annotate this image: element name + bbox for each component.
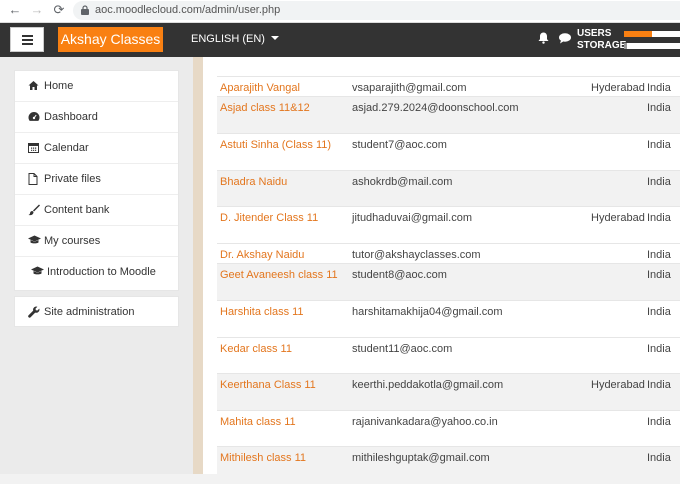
url-text: aoc.moodlecloud.com/admin/user.php	[95, 4, 281, 16]
user-email: rajanivankadara@yahoo.co.in	[352, 416, 498, 428]
nav-item-site-administration[interactable]: Site administration	[14, 296, 179, 327]
nav-item-label: Content bank	[44, 204, 110, 216]
table-row: D. Jitender Class 11 jitudhaduvai@gmail.c…	[217, 206, 680, 244]
hamburger-icon	[22, 35, 33, 37]
site-brand[interactable]: Akshay Classes	[58, 27, 163, 52]
browser-toolbar: ← → ⟳ aoc.moodlecloud.com/admin/user.php	[0, 0, 680, 23]
user-email: student7@aoc.com	[352, 139, 447, 151]
user-country: India	[647, 212, 671, 224]
user-name-link[interactable]: Aparajith Vangal	[220, 82, 300, 94]
storage-usage-fill	[624, 43, 627, 49]
background-strip	[193, 57, 203, 474]
nav-item-label: Calendar	[44, 142, 89, 154]
user-email: tutor@akshayclasses.com	[352, 249, 481, 261]
table-row: Mithilesh class 11 mithileshguptak@gmail.…	[217, 446, 680, 484]
nav-item-label: My courses	[44, 235, 101, 247]
user-name-link[interactable]: Harshita class 11	[220, 306, 304, 318]
nav-item-label: Dashboard	[44, 111, 98, 123]
caret-down-icon	[270, 36, 279, 40]
user-country: India	[647, 82, 671, 94]
forward-icon[interactable]: →	[29, 2, 45, 18]
user-city: Hyderabad	[591, 379, 645, 391]
table-row: Asjad class 11&12 asjad.279.2024@doonscho…	[217, 96, 680, 134]
user-email: keerthi.peddakotla@gmail.com	[352, 379, 504, 391]
nav-drawer: Home Dashboard Calendar Private files Co…	[14, 70, 179, 291]
user-email: jitudhaduvai@gmail.com	[352, 212, 473, 224]
users-usage-fill	[624, 31, 652, 37]
user-email: mithileshguptak@gmail.com	[352, 452, 490, 464]
nav-item-label: Site administration	[44, 306, 135, 318]
nav-item-content-bank[interactable]: Content bank	[15, 195, 178, 226]
language-label: ENGLISH (EN)	[191, 33, 265, 45]
graduation-cap-icon	[28, 235, 41, 247]
user-name-link[interactable]: Astuti Sinha (Class 11)	[220, 139, 331, 151]
user-name-link[interactable]: Asjad class 11&12	[220, 102, 310, 114]
back-icon[interactable]: ←	[7, 2, 23, 18]
table-row: Geet Avaneesh class 11 student8@aoc.com In…	[217, 263, 680, 301]
user-name-link[interactable]: Mithilesh class 11	[220, 452, 306, 464]
table-row: Dr. Akshay Naidu tutor@akshayclasses.com I…	[217, 243, 680, 264]
storage-usage-label: STORAGE	[577, 40, 627, 51]
user-name-link[interactable]: Dr. Akshay Naidu	[220, 249, 304, 261]
graduation-cap-icon	[31, 266, 44, 278]
user-country: India	[647, 379, 671, 391]
calendar-icon	[28, 142, 40, 154]
user-name-link[interactable]: D. Jitender Class 11	[220, 212, 318, 224]
nav-item-my-courses[interactable]: My courses	[15, 226, 178, 257]
user-country: India	[647, 269, 671, 281]
user-country: India	[647, 139, 671, 151]
user-email: student11@aoc.com	[352, 343, 453, 355]
table-row: Mahita class 11 rajanivankadara@yahoo.co.…	[217, 410, 680, 447]
file-icon	[28, 173, 40, 185]
nav-item-label: Private files	[44, 173, 101, 185]
user-email: harshitamakhija04@gmail.com	[352, 306, 503, 318]
address-bar[interactable]: aoc.moodlecloud.com/admin/user.php	[73, 1, 680, 20]
user-email: asjad.279.2024@doonschool.com	[352, 102, 519, 114]
user-country: India	[647, 306, 671, 318]
nav-item-dashboard[interactable]: Dashboard	[15, 102, 178, 133]
user-country: India	[647, 176, 671, 188]
user-country: India	[647, 102, 671, 114]
user-city: Hyderabad	[591, 212, 645, 224]
table-row: Kedar class 11 student11@aoc.com India	[217, 337, 680, 374]
user-country: India	[647, 343, 671, 355]
chat-icon[interactable]	[559, 33, 571, 47]
dashboard-icon	[28, 111, 40, 123]
reload-icon[interactable]: ⟳	[51, 2, 67, 18]
user-name-link[interactable]: Bhadra Naidu	[220, 176, 287, 188]
user-name-link[interactable]: Geet Avaneesh class 11	[220, 269, 338, 281]
bell-icon[interactable]	[538, 32, 549, 47]
user-email: ashokrdb@mail.com	[352, 176, 453, 188]
language-menu[interactable]: ENGLISH (EN)	[191, 33, 279, 45]
nav-item-home[interactable]: Home	[15, 71, 178, 102]
table-row: Bhadra Naidu ashokrdb@mail.com India	[217, 170, 680, 207]
nav-item-label: Introduction to Moodle	[47, 266, 156, 278]
user-name-link[interactable]: Mahita class 11	[220, 416, 296, 428]
site-admin-link[interactable]: Site administration	[15, 297, 178, 328]
menu-toggle-button[interactable]	[10, 27, 44, 52]
paintbrush-icon	[28, 204, 40, 216]
user-country: India	[647, 249, 671, 261]
users-usage-bar	[624, 31, 680, 37]
user-city: Hyderabad	[591, 82, 645, 94]
home-icon	[28, 80, 40, 92]
table-row: Aparajith Vangal vsaparajith@gmail.com Hyd…	[217, 76, 680, 97]
user-name-link[interactable]: Keerthana Class 11	[220, 379, 316, 391]
table-row: Astuti Sinha (Class 11) student7@aoc.com I…	[217, 133, 680, 171]
wrench-icon	[28, 306, 40, 318]
nav-item-label: Home	[44, 80, 74, 92]
nav-item-course-introduction-to-moodle[interactable]: Introduction to Moodle	[15, 257, 178, 288]
users-usage-label: USERS	[577, 28, 612, 39]
table-row: Harshita class 11 harshitamakhija04@gmail…	[217, 300, 680, 338]
table-row: Keerthana Class 11 keerthi.peddakotla@gma…	[217, 373, 680, 411]
user-name-link[interactable]: Kedar class 11	[220, 343, 292, 355]
lock-icon	[81, 5, 89, 15]
user-email: student8@aoc.com	[352, 269, 447, 281]
user-country: India	[647, 416, 671, 428]
storage-usage-bar	[624, 43, 680, 49]
user-email: vsaparajith@gmail.com	[352, 82, 467, 94]
nav-item-calendar[interactable]: Calendar	[15, 133, 178, 164]
nav-item-private-files[interactable]: Private files	[15, 164, 178, 195]
user-country: India	[647, 452, 671, 464]
